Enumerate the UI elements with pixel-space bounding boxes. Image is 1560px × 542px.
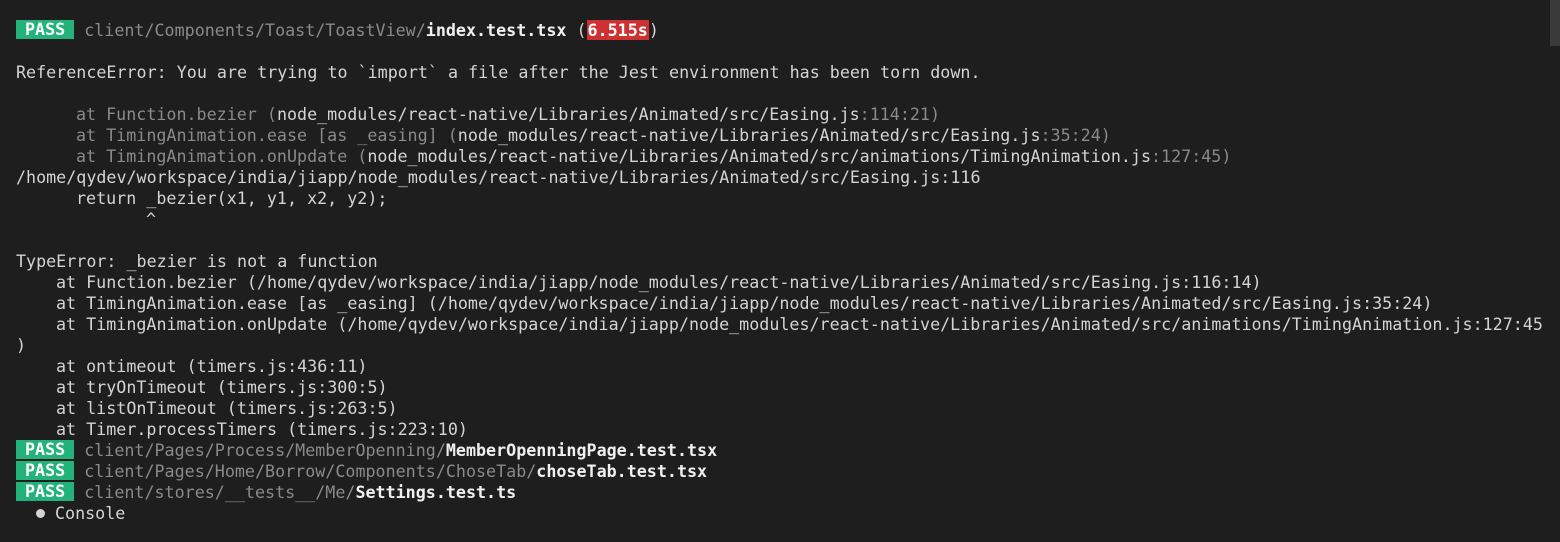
test-file: MemberOpenningPage.test.tsx — [445, 440, 718, 460]
frame-position: :127:45) — [1151, 146, 1232, 166]
frame-path: node_modules/react-native/Libraries/Anim… — [276, 104, 860, 124]
frame-path: node_modules/react-native/Libraries/Anim… — [457, 125, 1041, 145]
test-file: Settings.test.ts — [355, 482, 517, 502]
stack-frame: at TimingAnimation.onUpdate (node_module… — [16, 146, 1546, 167]
pass-badge: PASS — [16, 461, 75, 480]
test-path: client/stores/__tests__/Me/ — [84, 482, 356, 502]
bullet-icon — [36, 509, 45, 518]
error-caret: ^ — [146, 209, 157, 229]
source-location: /home/qydev/workspace/india/jiapp/node_m… — [16, 167, 981, 187]
frame-path: node_modules/react-native/Libraries/Anim… — [367, 146, 1152, 166]
frame-position: :35:24) — [1040, 125, 1111, 145]
stack-frame: at TimingAnimation.ease [as _easing] (no… — [16, 125, 1546, 146]
stack-frame: at listOnTimeout (timers.js:263:5) — [56, 398, 398, 418]
frame-call: at TimingAnimation.onUpdate ( — [76, 146, 368, 166]
stack-frame: at ontimeout (timers.js:436:11) — [56, 356, 368, 376]
stack-frame: at Function.bezier (/home/qydev/workspac… — [56, 272, 1262, 292]
frame-position: :114:21) — [859, 104, 941, 124]
test-file: index.test.tsx — [425, 20, 567, 40]
frame-call: at Function.bezier ( — [76, 104, 277, 124]
test-result-line: PASS client/Pages/Home/Borrow/Components/… — [16, 461, 1546, 482]
console-section: Console — [16, 503, 1546, 524]
console-label: Console — [55, 503, 126, 523]
test-file: choseTab.test.tsx — [536, 461, 708, 481]
terminal-output: PASS client/Components/Toast/ToastView/in… — [16, 20, 1546, 524]
pass-badge: PASS — [16, 20, 75, 39]
stack-frame: at Timer.processTimers (timers.js:223:10… — [56, 419, 468, 439]
frame-call: at TimingAnimation.ease [as _easing] ( — [76, 125, 458, 145]
test-result-line: PASS client/Pages/Process/MemberOpenning/… — [16, 440, 1546, 461]
stack-frame-wrap: ) — [16, 335, 27, 355]
test-result-line: PASS client/Components/Toast/ToastView/in… — [16, 20, 1546, 41]
stack-frame: at TimingAnimation.ease [as _easing] (/h… — [56, 293, 1433, 313]
pass-badge: PASS — [16, 482, 75, 501]
terminal-scrollbar[interactable] — [1550, 0, 1560, 46]
slow-duration-badge: 6.515s — [586, 20, 649, 40]
type-error-message: TypeError: _bezier is not a function — [16, 251, 378, 271]
test-path: client/Components/Toast/ToastView/ — [84, 20, 426, 40]
stack-frame: at TimingAnimation.onUpdate (/home/qydev… — [56, 314, 1543, 334]
source-code: return _bezier(x1, y1, x2, y2); — [76, 188, 388, 208]
stack-frame: at tryOnTimeout (timers.js:300:5) — [56, 377, 388, 397]
open-paren: ( — [566, 20, 587, 40]
pass-badge: PASS — [16, 440, 75, 459]
test-result-line: PASS client/stores/__tests__/Me/Settings.… — [16, 482, 1546, 503]
test-path: client/Pages/Process/MemberOpenning/ — [84, 440, 446, 460]
test-path: client/Pages/Home/Borrow/Components/Chos… — [84, 461, 537, 481]
reference-error-message: ReferenceError: You are trying to `impor… — [16, 62, 981, 82]
close-paren: ) — [648, 20, 659, 40]
stack-frame: at Function.bezier (node_modules/react-n… — [16, 104, 1546, 125]
